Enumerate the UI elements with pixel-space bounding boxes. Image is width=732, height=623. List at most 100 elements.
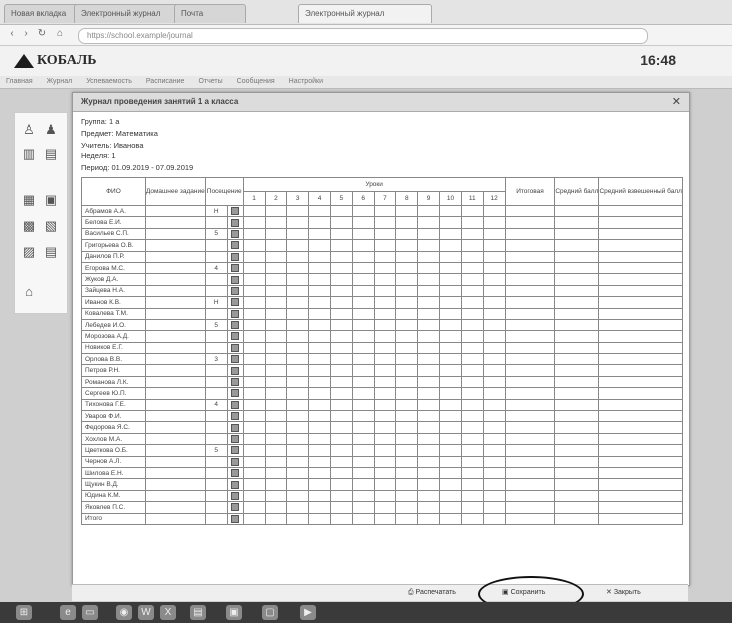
grade-cell[interactable] [395,489,419,503]
grade-cell[interactable] [482,466,506,480]
attendance-mark[interactable]: 5 [204,227,228,241]
grade-cell[interactable] [482,489,506,503]
summary-cell[interactable] [554,501,600,514]
grade-cell[interactable] [329,307,353,320]
attendance-mark[interactable] [204,364,228,377]
checkbox-icon[interactable] [231,412,240,421]
grade-cell[interactable] [329,273,353,286]
summary-cell[interactable] [504,489,556,503]
summary-cell[interactable] [554,387,600,400]
grade-cell[interactable] [395,375,419,389]
media-icon[interactable]: ▶ [300,605,316,620]
attendance-checkbox[interactable] [226,353,244,366]
attendance-checkbox[interactable] [226,273,244,286]
attendance-checkbox[interactable] [226,489,244,503]
attendance-checkbox[interactable] [226,421,244,434]
grade-cell[interactable] [373,204,397,218]
grade-cell[interactable] [460,261,484,275]
grade-cell[interactable] [308,512,331,525]
grade-cell[interactable] [395,216,419,229]
forward-icon[interactable]: › [20,28,32,40]
browser-tab-3[interactable]: Почта [174,4,246,23]
word-icon[interactable]: W [138,605,154,620]
grade-cell[interactable] [351,330,375,343]
grade-cell[interactable] [373,375,397,389]
home-building-icon[interactable]: ⌂ [21,285,37,299]
summary-cell[interactable] [554,239,600,252]
grade-cell[interactable] [308,261,331,275]
checkbox-icon[interactable] [231,309,240,318]
attendance-mark[interactable] [204,239,228,252]
grade-cell[interactable] [351,318,375,332]
grade-cell[interactable] [439,239,462,252]
grade-cell[interactable] [242,387,266,400]
attendance-checkbox[interactable] [226,444,244,457]
grade-cell[interactable] [482,330,506,343]
summary-cell[interactable] [598,273,683,286]
grade-cell[interactable] [482,432,506,446]
grade-cell[interactable] [373,239,397,252]
checkbox-icon[interactable] [231,298,240,307]
grade-cell[interactable] [242,318,266,332]
summary-cell[interactable] [598,489,683,503]
grade-cell[interactable] [460,216,484,229]
attendance-checkbox[interactable] [226,364,244,377]
menu-item-messages[interactable]: Сообщения [237,76,275,88]
grade-cell[interactable] [264,353,288,366]
summary-cell[interactable] [598,364,683,377]
grade-cell[interactable] [373,489,397,503]
checkbox-icon[interactable] [231,400,240,409]
grade-cell[interactable] [482,250,506,263]
ie-icon[interactable]: e [60,605,76,620]
grade-cell[interactable] [286,341,310,355]
grade-cell[interactable] [351,398,375,412]
grade-cell[interactable] [395,296,419,309]
summary-cell[interactable] [598,296,683,309]
grade-cell[interactable] [242,478,266,491]
grade-cell[interactable] [286,227,310,241]
summary-cell[interactable] [598,227,683,241]
grade-cell[interactable] [242,273,266,286]
grade-cell[interactable] [439,512,462,525]
grade-cell[interactable] [373,261,397,275]
grade-cell[interactable] [308,398,331,412]
grade-cell[interactable] [264,455,288,469]
grade-cell[interactable] [286,204,310,218]
grade-cell[interactable] [460,204,484,218]
summary-cell[interactable] [504,307,556,320]
grade-cell[interactable] [329,204,353,218]
grade-cell[interactable] [417,489,441,503]
grade-cell[interactable] [439,501,462,514]
grade-cell[interactable] [373,512,397,525]
grade-cell[interactable] [264,387,288,400]
attendance-mark[interactable]: 3 [204,353,228,366]
grade-cell[interactable] [482,284,506,298]
browser-tab-active[interactable]: Электронный журнал [298,4,432,23]
grade-cell[interactable] [242,410,266,423]
print-icon[interactable]: ▨ [21,245,37,259]
grade-cell[interactable] [351,512,375,525]
grade-cell[interactable] [286,261,310,275]
homework-cell[interactable] [144,227,206,241]
grade-cell[interactable] [439,421,462,434]
grade-cell[interactable] [308,466,331,480]
grade-cell[interactable] [460,364,484,377]
summary-cell[interactable] [598,421,683,434]
grade-cell[interactable] [286,216,310,229]
grade-cell[interactable] [373,398,397,412]
checkbox-icon[interactable] [231,491,240,500]
grade-cell[interactable] [286,375,310,389]
grade-cell[interactable] [351,284,375,298]
summary-cell[interactable] [598,353,683,366]
attendance-checkbox[interactable] [226,432,244,446]
attendance-mark[interactable] [204,250,228,263]
grade-cell[interactable] [482,478,506,491]
grade-cell[interactable] [242,489,266,503]
grade-cell[interactable] [373,284,397,298]
grade-cell[interactable] [373,466,397,480]
grade-cell[interactable] [439,387,462,400]
grade-cell[interactable] [308,330,331,343]
grade-cell[interactable] [351,353,375,366]
grade-cell[interactable] [329,296,353,309]
grade-cell[interactable] [329,432,353,446]
